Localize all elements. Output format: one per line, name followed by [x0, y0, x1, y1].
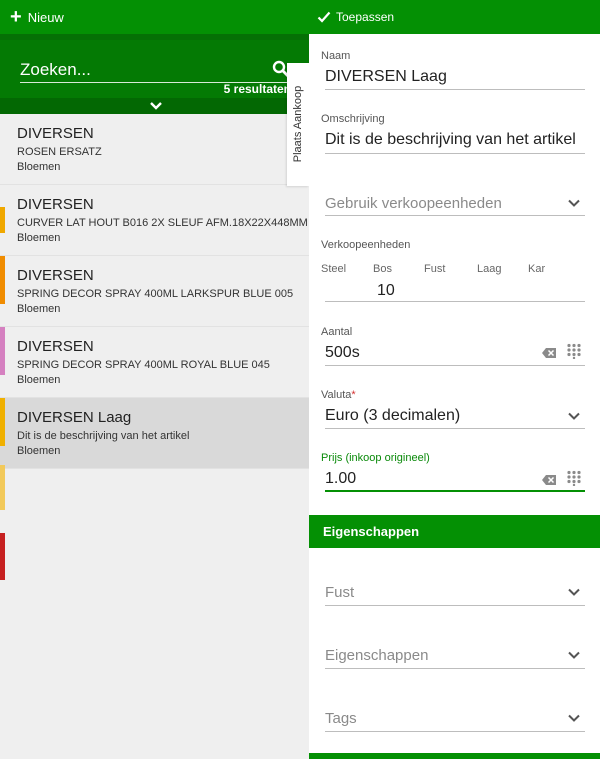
right-toolbar: Toepassen [309, 0, 600, 34]
unit-label-bos: Bos [373, 263, 392, 275]
omschrijving-underline [325, 153, 585, 154]
naam-underline [325, 89, 585, 90]
color-stripe [0, 256, 5, 304]
list-item-category: Bloemen [17, 303, 61, 315]
keypad-grid-icon[interactable] [566, 343, 582, 359]
list-item-title: DIVERSEN Laag [17, 409, 132, 426]
required-mark: * [351, 389, 356, 401]
prijs-label: Prijs (inkoop origineel) [321, 452, 430, 464]
list-item-category: Bloemen [17, 374, 61, 386]
article-list-panel: + Nieuw 5 resultaten DIVERSEN ROSEN ERSA… [0, 0, 309, 759]
list-item-category: Bloemen [17, 232, 61, 244]
results-count: 5 resultaten [223, 82, 291, 96]
chevron-down-icon[interactable] [567, 198, 581, 208]
backspace-clear-icon[interactable] [541, 474, 557, 486]
unit-label-kar: Kar [528, 263, 546, 275]
section-title: Eigenschappen [323, 524, 420, 539]
list-item-description: SPRING DECOR SPRAY 400ML ROYAL BLUE 045 [17, 359, 270, 371]
article-list: DIVERSEN ROSEN ERSATZ Bloemen DIVERSEN C… [0, 114, 309, 469]
list-item-title: DIVERSEN [17, 267, 94, 284]
keypad-grid-icon[interactable] [566, 470, 582, 486]
side-tab-label: Plaats Aankoop [292, 85, 304, 163]
chevron-down-icon[interactable] [567, 713, 581, 723]
list-item-title: DIVERSEN [17, 125, 94, 142]
plus-icon: + [10, 6, 22, 28]
color-stripe [0, 398, 5, 446]
chevron-down-icon[interactable] [567, 587, 581, 597]
new-button[interactable]: + Nieuw [10, 7, 64, 27]
naam-field[interactable]: DIVERSEN Laag [325, 68, 447, 86]
apply-button-label: Toepassen [336, 10, 395, 24]
tags-select[interactable]: Tags [325, 710, 357, 727]
list-item[interactable]: DIVERSEN SPRING DECOR SPRAY 400ML LARKSP… [0, 256, 309, 327]
unit-label-fust: Fust [424, 263, 446, 275]
check-icon [317, 11, 331, 23]
list-item-description: ROSEN ERSATZ [17, 146, 102, 158]
bos-quantity-field[interactable]: 10 [377, 282, 395, 300]
left-toolbar: + Nieuw [0, 0, 309, 34]
gebruik-underline [325, 215, 585, 216]
color-stripe [0, 465, 5, 510]
color-stripe [0, 533, 5, 580]
tab-plaats-aankoop[interactable]: Plaats Aankoop [287, 63, 309, 186]
eigenschappen-section-header: Eigenschappen [309, 515, 600, 548]
eigenschappen-underline [325, 668, 585, 669]
omschrijving-label: Omschrijving [321, 113, 385, 125]
fust-underline [325, 605, 585, 606]
list-item[interactable]: DIVERSEN ROSEN ERSATZ Bloemen [0, 114, 309, 185]
list-item[interactable]: DIVERSEN SPRING DECOR SPRAY 400ML ROYAL … [0, 327, 309, 398]
backspace-clear-icon[interactable] [541, 347, 557, 359]
eigenschappen-select[interactable]: Eigenschappen [325, 647, 428, 664]
chevron-down-icon [150, 102, 162, 110]
verkoopeenheden-underline [325, 301, 585, 302]
bottom-section-bar [309, 753, 600, 759]
list-item-category: Bloemen [17, 445, 61, 457]
new-button-label: Nieuw [27, 9, 64, 25]
search-area: 5 resultaten [0, 34, 309, 114]
valuta-label-text: Valuta [321, 389, 352, 401]
apply-button[interactable]: Toepassen [317, 8, 394, 26]
aantal-field[interactable]: 500s [325, 344, 360, 362]
list-item-title: DIVERSEN [17, 338, 94, 355]
chevron-down-icon[interactable] [567, 411, 581, 421]
fust-select[interactable]: Fust [325, 584, 354, 601]
valuta-label: Valuta* [321, 389, 356, 401]
search-input[interactable] [20, 58, 268, 82]
omschrijving-field[interactable]: Dit is de beschrijving van het artikel [325, 131, 576, 149]
color-stripe [0, 207, 5, 233]
prijs-field[interactable]: 1.00 [325, 470, 356, 488]
unit-label-steel: Steel [321, 263, 347, 275]
aantal-underline [325, 365, 585, 366]
list-item-selected[interactable]: DIVERSEN Laag Dit is de beschrijving van… [0, 398, 309, 469]
list-item-description: SPRING DECOR SPRAY 400ML LARKSPUR BLUE 0… [17, 288, 294, 300]
list-item-category: Bloemen [17, 161, 61, 173]
list-item-description: Dit is de beschrijving van het artikel [17, 430, 190, 442]
chevron-down-icon[interactable] [567, 650, 581, 660]
gebruik-verkoopeenheden-select[interactable]: Gebruik verkoopeenheden [325, 195, 502, 212]
list-item[interactable]: DIVERSEN CURVER LAT HOUT B016 2X SLEUF A… [0, 185, 309, 256]
collapse-toggle[interactable] [0, 98, 309, 114]
verkoopeenheden-label: Verkoopeenheden [321, 239, 411, 251]
unit-label-laag: Laag [477, 263, 502, 275]
list-item-title: DIVERSEN [17, 196, 94, 213]
color-stripe [0, 327, 5, 375]
article-detail-panel: Toepassen Naam DIVERSEN Laag Omschrijvin… [309, 0, 600, 759]
valuta-underline [325, 428, 585, 429]
aantal-label: Aantal [321, 326, 353, 338]
tags-underline [325, 731, 585, 732]
naam-label: Naam [321, 50, 351, 62]
list-item-description: CURVER LAT HOUT B016 2X SLEUF AFM.18X22X… [17, 217, 308, 229]
search-top-strip [0, 34, 309, 40]
prijs-underline-active [325, 490, 585, 492]
valuta-select[interactable]: Euro (3 decimalen) [325, 407, 460, 425]
